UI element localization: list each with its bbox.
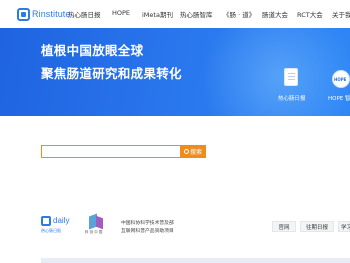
site-logo[interactable]: Rinstitute	[17, 7, 71, 21]
hero-banner: 植根中国放眼全球 聚焦肠道研究和成果转化 HOPE 热心肠日报 HOPE 智	[0, 28, 350, 116]
logo-text: Rinstitute	[32, 9, 71, 19]
hope-card-logo-icon[interactable]: HOPE	[332, 70, 350, 88]
kechuang-china-logo: 科 创 中 国	[83, 213, 113, 234]
nav-item-gut-conference[interactable]: 肠道大会	[262, 9, 288, 19]
hero-card-caption-hope: HOPE 智	[328, 96, 350, 102]
partner-logo-text: 科 创 中 国	[85, 230, 103, 234]
daily-logo-subtitle: 热心肠日报	[41, 228, 61, 233]
past-daily-button[interactable]: 往期日报	[300, 221, 334, 232]
nav-item-daily[interactable]: 热心肠日报	[68, 9, 101, 19]
hope-badge: HOPE	[334, 77, 347, 82]
logo-mark-icon	[17, 7, 30, 21]
top-navigation-bar: Rinstitute 热心肠日报 HOPE iMeta期刊 热心肠智库 《肠 ·…	[0, 0, 350, 28]
search-icon	[183, 149, 189, 154]
daily-logo[interactable]: daily 热心肠日报	[41, 216, 73, 233]
search-input[interactable]	[41, 145, 181, 158]
nav-item-hope[interactable]: HOPE	[112, 9, 130, 17]
nav-item-think-tank[interactable]: 热心肠智库	[180, 9, 213, 19]
daily-logo-text: daily	[53, 216, 70, 225]
search-button[interactable]: 搜索	[180, 145, 206, 158]
learn-button[interactable]: 学习	[338, 221, 350, 232]
partner-desc-line-1: 中国科协科学技术普及部	[121, 221, 174, 226]
hero-headline-2: 聚焦肠道研究和成果转化	[41, 66, 182, 81]
daily-logo-mark-icon	[41, 216, 51, 226]
nav-item-about[interactable]: 关于我	[332, 9, 350, 19]
nav-item-rct-conference[interactable]: RCT大会	[297, 9, 323, 19]
daily-card-document-icon[interactable]	[284, 68, 298, 86]
hero-card-caption-daily: 热心肠日报	[278, 96, 306, 102]
nav-item-imeta[interactable]: iMeta期刊	[142, 9, 173, 19]
partner-desc-line-2: 互联网科普产品资助项目	[121, 229, 174, 234]
nav-item-gut-magazine[interactable]: 《肠 · 道》	[223, 9, 255, 19]
hero-headline-1: 植根中国放眼全球	[41, 43, 144, 58]
hero-glow	[190, 28, 350, 116]
search-button-label: 搜索	[189, 149, 202, 156]
official-site-button[interactable]: 官网	[272, 221, 296, 232]
content-strip	[41, 252, 350, 263]
